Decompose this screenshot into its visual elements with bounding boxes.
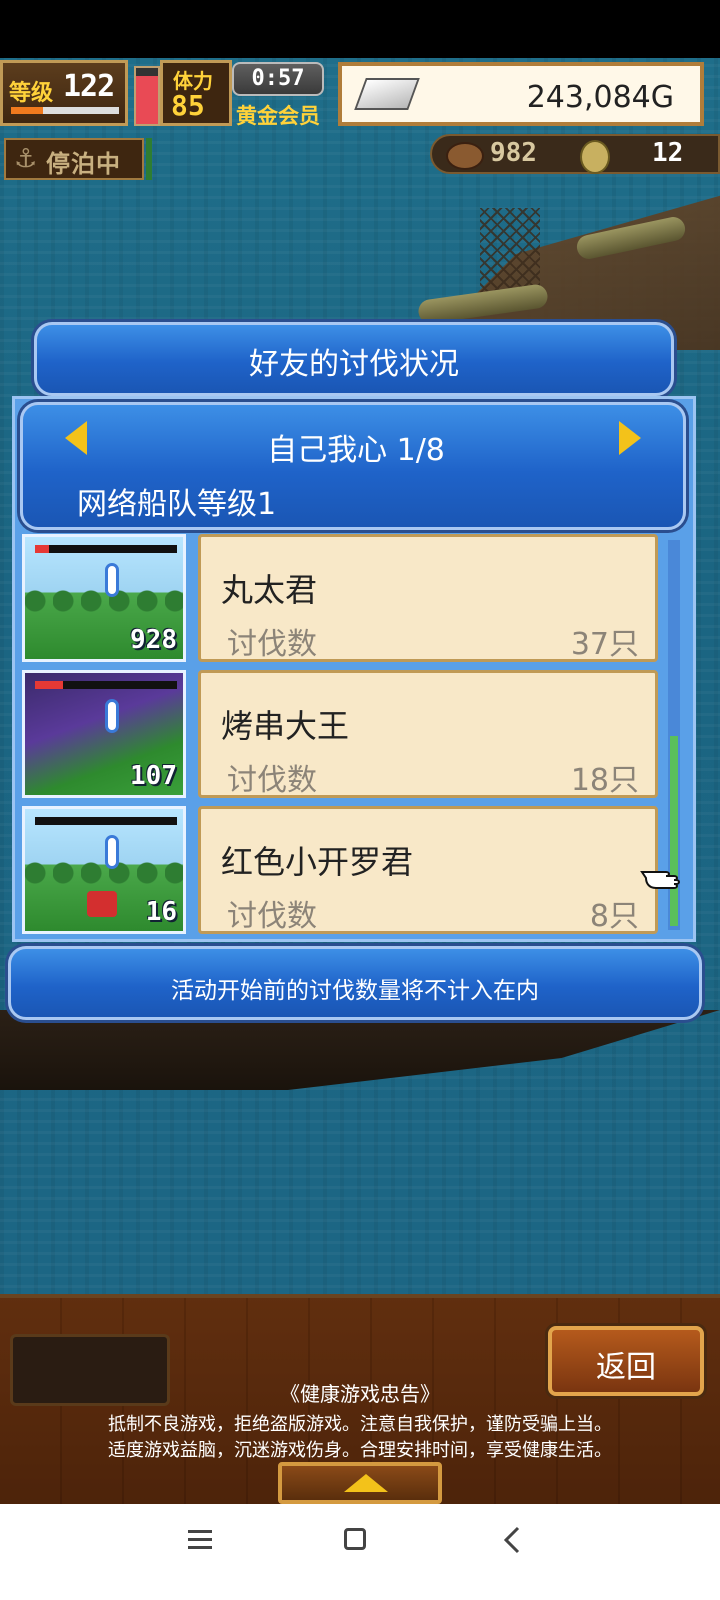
- anchor-status-label: 停泊中: [46, 150, 121, 178]
- enemy-hp-fill: [35, 545, 50, 553]
- timer-value: 0:57: [251, 66, 305, 91]
- anchor-status[interactable]: ⚓ 停泊中: [4, 138, 144, 180]
- kill-card[interactable]: 烤串大王 讨伐数 18只: [198, 670, 658, 798]
- menu-icon[interactable]: [186, 1528, 214, 1552]
- scrollbar-thumb[interactable]: [670, 736, 678, 926]
- enemy-hp-fill: [35, 681, 64, 689]
- level-value: 122: [63, 69, 115, 104]
- red-monster-icon: [87, 891, 117, 917]
- level-exp-fill: [11, 107, 44, 114]
- enemy-thumbnail: 107: [22, 670, 186, 798]
- health-advice-title: 《健康游戏忠告》: [280, 1382, 440, 1406]
- kill-label: 讨伐数: [227, 627, 317, 662]
- enemy-hp-bar: [35, 681, 177, 689]
- health-advice-line: 适度游戏益脑，沉迷游戏伤身。合理安排时间，享受健康生活。: [108, 1440, 612, 1461]
- system-nav-bar: [0, 1504, 720, 1600]
- gold-panel: 243,084G: [338, 62, 704, 126]
- thumb-number: 16: [145, 897, 177, 927]
- kill-card[interactable]: 丸太君 讨伐数 37只: [198, 534, 658, 662]
- anchor-indicator: [146, 138, 152, 180]
- stamina-timer: 0:57: [232, 62, 324, 96]
- stamina-gauge-fill: [136, 76, 158, 124]
- arrow-right-icon[interactable]: [619, 421, 641, 455]
- anchor-icon: ⚓: [14, 144, 38, 174]
- thumb-number: 107: [130, 761, 177, 791]
- dialog-title: 好友的讨伐状况: [249, 347, 459, 382]
- enemy-name: 烤串大王: [221, 707, 350, 745]
- health-advice-line: 抵制不良游戏，拒绝盗版游戏。注意自我保护，谨防受骗上当。: [108, 1414, 612, 1435]
- enemy-name: 红色小开罗君: [221, 843, 414, 881]
- level-exp-bar: [11, 107, 119, 114]
- list-item[interactable]: 928 丸太君 讨伐数 37只: [20, 532, 660, 664]
- coin-value: 12: [652, 138, 684, 168]
- kill-label: 讨伐数: [227, 763, 317, 798]
- status-bar: [0, 0, 720, 58]
- fleet-level: 网络船队等级1: [77, 487, 277, 522]
- back-icon[interactable]: [500, 1524, 526, 1556]
- food-value: 982: [490, 138, 537, 168]
- gold-value: 243,084G: [526, 80, 674, 115]
- notice-bar: 活动开始前的讨伐数量将不计入在内: [8, 946, 702, 1020]
- enemy-name: 丸太君: [221, 571, 318, 609]
- exclamation-icon: [105, 699, 119, 733]
- food-icon: [446, 142, 484, 170]
- coin-icon: [580, 140, 610, 174]
- resources-panel: 982 12: [430, 134, 720, 174]
- membership-badge: 黄金会员: [236, 104, 320, 128]
- arrow-left-icon[interactable]: [65, 421, 87, 455]
- expand-button[interactable]: [278, 1462, 442, 1504]
- home-icon[interactable]: [344, 1528, 366, 1550]
- pointing-hand-icon: [640, 871, 680, 889]
- dialog-title-bar: 好友的讨伐状况: [34, 322, 674, 396]
- enemy-hp-bar: [35, 545, 177, 553]
- stamina-value: 85: [171, 89, 205, 122]
- enemy-thumbnail: 16: [22, 806, 186, 934]
- kill-value: 37只: [570, 627, 639, 662]
- kill-label: 讨伐数: [227, 899, 317, 934]
- thumb-number: 928: [130, 625, 177, 655]
- kill-value: 18只: [570, 763, 639, 798]
- list-item[interactable]: 16 红色小开罗君 讨伐数 8只: [20, 804, 660, 936]
- level-label: 等级: [9, 81, 54, 106]
- triangle-up-icon: [344, 1474, 388, 1492]
- friend-header: 自己我心 1/8 网络船队等级1: [20, 402, 686, 530]
- stamina-gauge: [134, 66, 160, 126]
- stamina-panel: 体力 85: [160, 60, 232, 126]
- kill-value: 8只: [589, 899, 639, 934]
- notice-text: 活动开始前的讨伐数量将不计入在内: [171, 978, 539, 1004]
- list-item[interactable]: 107 烤串大王 讨伐数 18只: [20, 668, 660, 800]
- enemy-thumbnail: 928: [22, 534, 186, 662]
- friend-name: 自己我心 1/8: [267, 433, 445, 468]
- level-panel: 等级 122: [0, 60, 128, 126]
- enemy-hp-bar: [35, 817, 177, 825]
- exclamation-icon: [105, 835, 119, 869]
- kill-card[interactable]: 红色小开罗君 讨伐数 8只: [198, 806, 658, 934]
- silver-bar-icon: [354, 78, 420, 110]
- kill-list[interactable]: 928 丸太君 讨伐数 37只 107 烤串大王 讨伐数 18只 16 红色小开…: [20, 532, 660, 936]
- exclamation-icon: [105, 563, 119, 597]
